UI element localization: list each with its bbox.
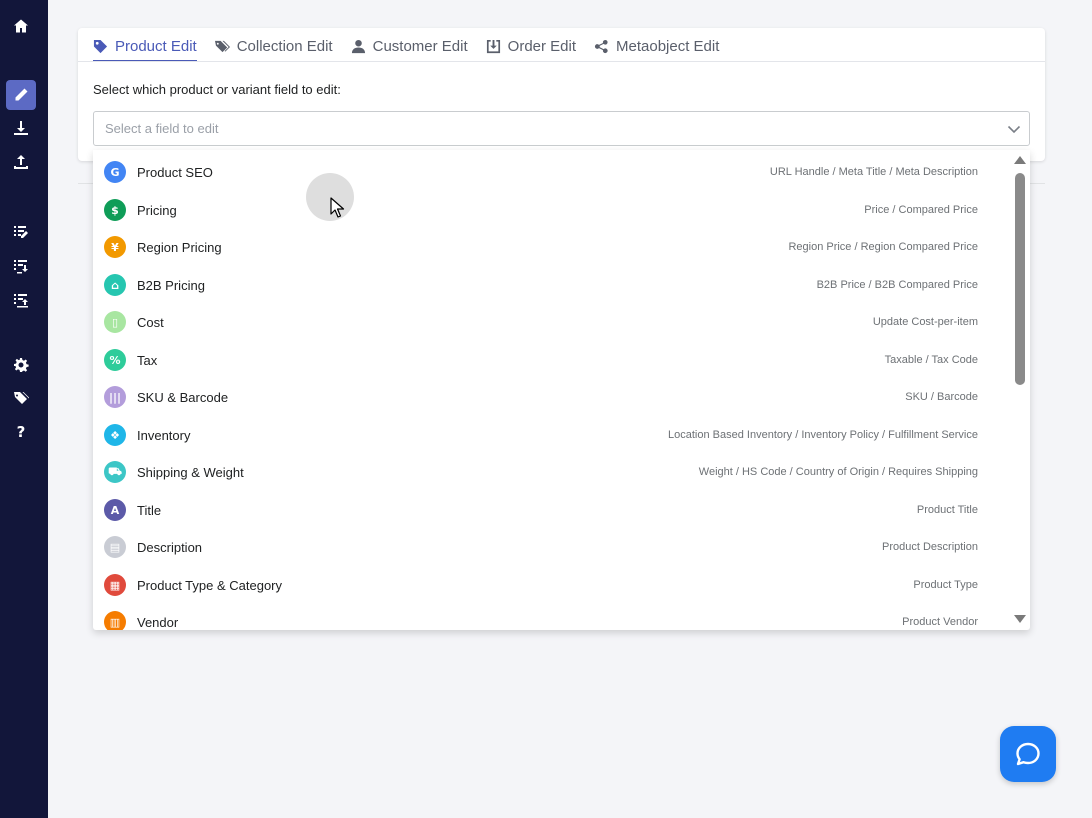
download-box-icon [486,39,500,54]
select-placeholder: Select a field to edit [105,121,219,136]
option-name: Product Type & Category [137,577,283,593]
option-desc: Product Title [916,504,978,516]
scroll-down-arrow-icon[interactable] [1014,615,1026,623]
pencil-icon[interactable] [6,80,36,110]
option-vendor[interactable]: ▥ Vendor Product Vendor [93,604,1005,630]
tag-icon [93,39,108,54]
option-cost[interactable]: ▯ Cost Update Cost-per-item [93,304,1005,340]
option-region-pricing[interactable]: ¥ Region Pricing Region Price / Region C… [93,229,1005,265]
option-sku-barcode[interactable]: ||| SKU & Barcode SKU / Barcode [93,379,1005,415]
tab-order-edit[interactable]: Order Edit [486,28,576,61]
tags-icon [214,40,230,53]
option-name: Tax [137,352,158,368]
option-name: Region Pricing [137,239,222,255]
help-chat-button[interactable] [1000,726,1056,782]
option-name: Shipping & Weight [137,464,244,480]
grid-icon: ▦ [104,574,126,596]
tab-label: Order Edit [507,38,577,55]
tab-divider [78,61,1045,62]
gear-icon[interactable] [6,350,36,380]
tab-metaobject-edit[interactable]: Metaobject Edit [594,28,719,61]
dollar-icon: $ [104,199,126,221]
list-upload-icon[interactable] [6,285,36,315]
option-title[interactable]: A Title Product Title [93,492,1005,528]
field-dropdown: G Product SEO URL Handle / Meta Title / … [93,150,1030,630]
option-name: SKU & Barcode [137,389,229,405]
home-icon[interactable] [6,11,36,41]
option-desc: URL Handle / Meta Title / Meta Descripti… [769,166,978,178]
bank-icon: ⌂ [104,274,126,296]
option-name: Vendor [137,614,179,630]
option-name: B2B Pricing [137,277,205,293]
option-name: Title [137,502,162,518]
option-pricing[interactable]: $ Pricing Price / Compared Price [93,192,1005,228]
option-desc: Region Price / Region Compared Price [788,241,978,253]
document-icon: ▤ [104,536,126,558]
building-icon: ▥ [104,611,126,630]
field-select[interactable]: Select a field to edit [93,111,1030,146]
truck-icon: ⛟ [104,461,126,483]
percent-icon: % [104,349,126,371]
option-desc: Price / Compared Price [864,204,978,216]
option-b2b-pricing[interactable]: ⌂ B2B Pricing B2B Price / B2B Compared P… [93,267,1005,303]
calculator-icon: ▯ [104,311,126,333]
edit-card: Product Edit Collection Edit Customer Ed… [78,28,1045,161]
tags-icon[interactable] [6,383,36,413]
option-desc: B2B Price / B2B Compared Price [816,279,978,291]
option-desc: Weight / HS Code / Country of Origin / R… [698,466,978,478]
option-tax[interactable]: % Tax Taxable / Tax Code [93,342,1005,378]
download-icon[interactable] [6,113,36,143]
option-desc: Product Description [882,541,978,553]
boxes-icon: ❖ [104,424,126,446]
title-icon: A [104,499,126,521]
scrollbar-thumb[interactable] [1015,173,1025,385]
option-name: Description [137,539,203,555]
share-icon [594,39,608,54]
option-desc: Taxable / Tax Code [884,354,978,366]
tab-label: Customer Edit [372,38,468,55]
barcode-icon: ||| [104,386,126,408]
mouse-cursor-icon [330,197,345,218]
list-edit-icon[interactable] [6,217,36,247]
dropdown-scrollbar[interactable] [1011,152,1026,628]
option-desc: Product Vendor [902,616,978,628]
option-desc: SKU / Barcode [905,391,978,403]
google-icon: G [104,161,126,183]
tab-collection-edit[interactable]: Collection Edit [214,28,333,61]
user-icon [351,39,365,54]
yen-icon: ¥ [104,236,126,258]
edit-tabs: Product Edit Collection Edit Customer Ed… [93,28,737,62]
option-name: Inventory [137,427,191,443]
option-name: Cost [137,314,164,330]
option-product-type[interactable]: ▦ Product Type & Category Product Type [93,567,1005,603]
question-icon[interactable]: ? [6,417,36,447]
option-shipping-weight[interactable]: ⛟ Shipping & Weight Weight / HS Code / C… [93,454,1005,490]
chevron-down-icon [1007,122,1021,136]
upload-icon[interactable] [6,147,36,177]
list-download-icon[interactable] [6,251,36,281]
option-product-seo[interactable]: G Product SEO URL Handle / Meta Title / … [93,154,1005,190]
tab-customer-edit[interactable]: Customer Edit [351,28,468,61]
option-desc: Update Cost-per-item [872,316,978,328]
tab-label: Collection Edit [236,38,333,55]
option-name: Pricing [137,202,177,218]
option-description[interactable]: ▤ Description Product Description [93,529,1005,565]
option-desc: Location Based Inventory / Inventory Pol… [668,429,978,441]
option-name: Product SEO [137,164,213,180]
tab-label: Metaobject Edit [616,38,720,55]
tab-product-edit[interactable]: Product Edit [93,28,197,62]
scroll-up-arrow-icon[interactable] [1014,156,1026,164]
option-desc: Product Type [913,579,978,591]
field-label: Select which product or variant field to… [93,82,341,97]
option-inventory[interactable]: ❖ Inventory Location Based Inventory / I… [93,417,1005,453]
chat-bubble-icon [1016,742,1040,766]
tab-label: Product Edit [115,38,197,55]
sidebar: ? [0,0,48,818]
